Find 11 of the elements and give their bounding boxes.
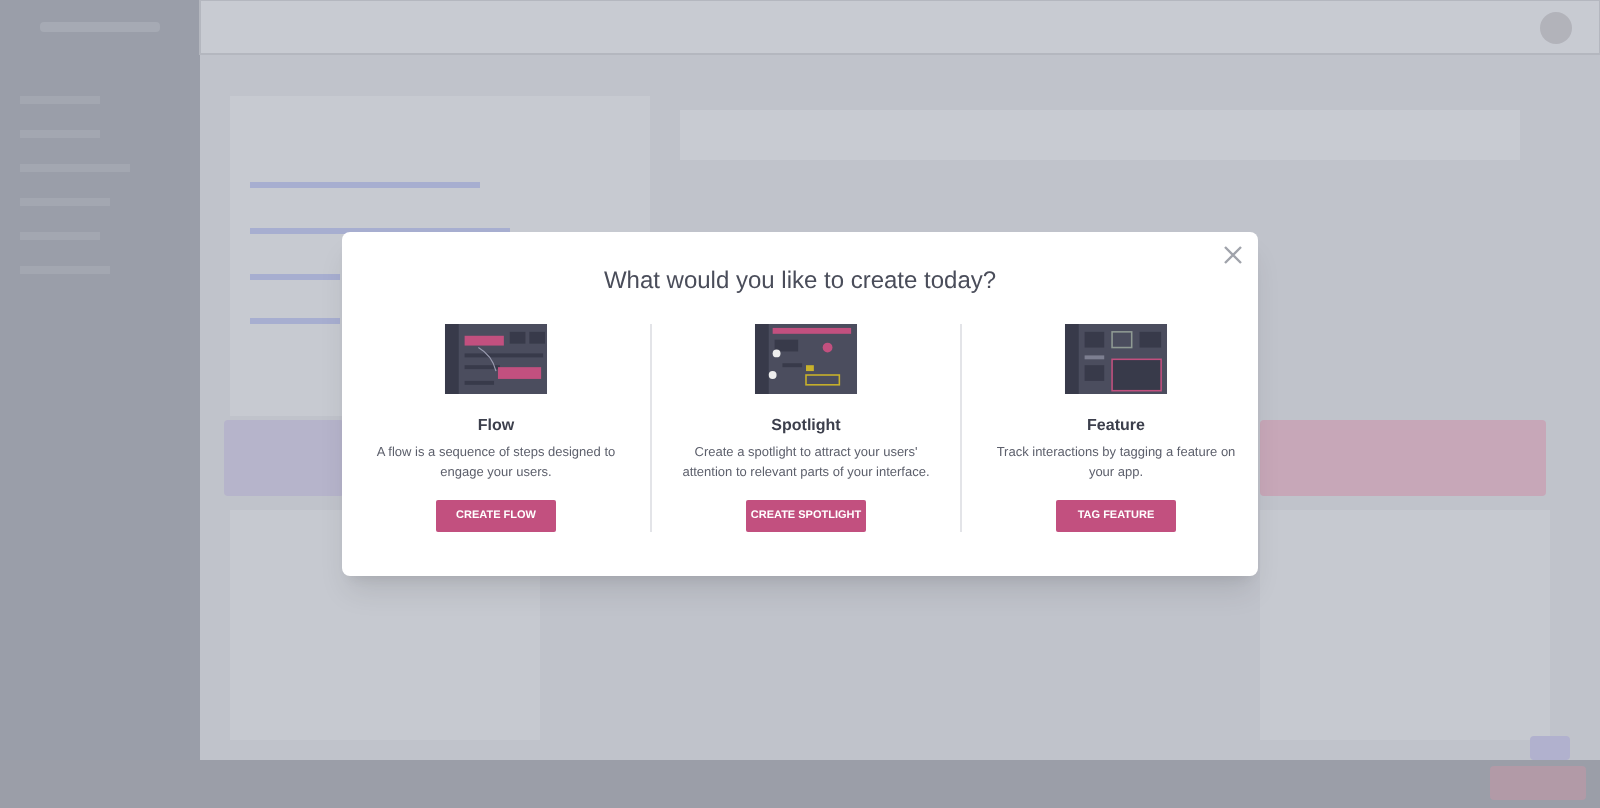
spotlight-illustration-drawing	[754, 324, 858, 395]
avatar-icon	[1540, 12, 1572, 44]
option-title: Spotlight	[771, 416, 841, 437]
flow-illustration-drawing	[444, 324, 548, 395]
option-title: Flow	[477, 416, 515, 437]
option-title: Feature	[1087, 416, 1145, 437]
feature-illustration-drawing	[1064, 324, 1168, 395]
chat-icon	[1530, 736, 1570, 760]
dimmed-banner-card	[224, 420, 344, 496]
close-icon[interactable]	[1224, 246, 1242, 264]
dialog-title: What would you like to create today?	[603, 266, 997, 294]
